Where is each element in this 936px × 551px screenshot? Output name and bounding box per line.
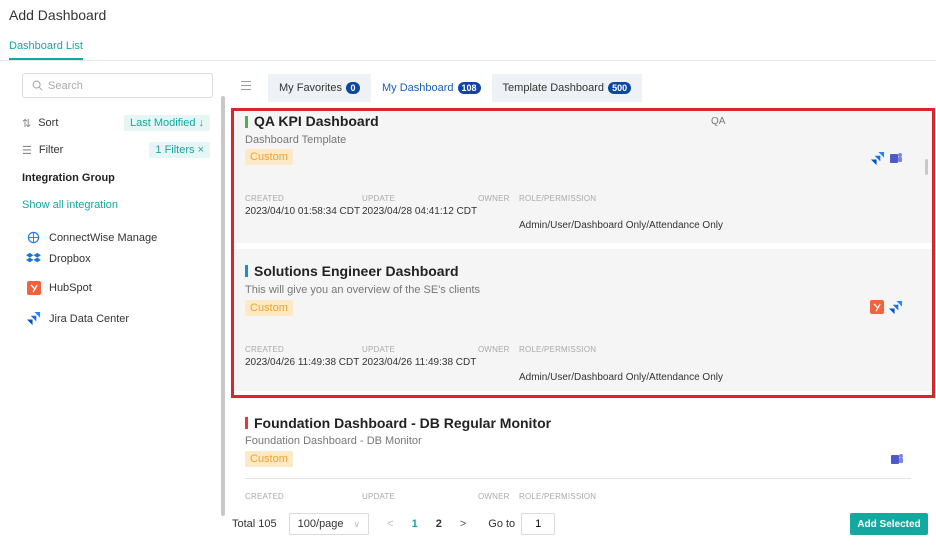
tab-label: My Dashboard: [381, 82, 454, 94]
teams-icon: [891, 454, 903, 464]
integration-item-hubspot[interactable]: HubSpot: [26, 280, 92, 295]
sort-row: ⇅ Sort Last Modified ↓: [22, 114, 210, 132]
meta-header-owner: OWNER: [478, 492, 510, 501]
count-badge: 500: [608, 82, 632, 94]
page-2-button[interactable]: 2: [436, 518, 442, 530]
goto-label: Go to: [488, 518, 516, 530]
show-all-integration-link[interactable]: Show all integration: [22, 199, 118, 211]
meta-header-role: ROLE/PERMISSION: [519, 492, 597, 501]
goto-page-input[interactable]: [521, 513, 556, 535]
tab-label: Template Dashboard: [502, 82, 605, 94]
filter-row: ☰ Filter 1 Filters ×: [22, 141, 210, 159]
hubspot-icon: [26, 280, 41, 295]
filter-chip[interactable]: 1 Filters ×: [149, 142, 210, 158]
menu-icon[interactable]: [241, 81, 251, 93]
count-badge: 0: [345, 82, 360, 94]
filter-icon: ☰: [22, 144, 32, 157]
highlight-box: [231, 108, 935, 398]
filter-label: Filter: [38, 144, 64, 156]
sort-icon: ⇅: [22, 117, 32, 130]
page-size-value: 100/page: [297, 518, 344, 530]
goto-page: Go to: [488, 513, 556, 535]
sort-dropdown[interactable]: Last Modified ↓: [124, 115, 210, 131]
integration-item-connectwise[interactable]: ConnectWise Manage: [26, 230, 157, 245]
search-box[interactable]: [22, 73, 213, 98]
search-input[interactable]: [48, 79, 208, 92]
card-title: Foundation Dashboard - DB Regular Monito…: [254, 415, 552, 431]
tab-my-dashboard[interactable]: My Dashboard 108: [370, 74, 492, 102]
card-integration-icons: [890, 452, 904, 466]
integration-group-title: Integration Group: [22, 172, 115, 184]
search-icon: [32, 80, 43, 91]
tab-label: My Favorites: [279, 82, 342, 94]
connectwise-icon: [26, 230, 41, 245]
sort-label: Sort: [38, 117, 59, 129]
pagination: Total 105 100/page ∨ < 1 2 > Go to: [232, 512, 556, 536]
integration-item-dropbox[interactable]: Dropbox: [26, 251, 91, 266]
integration-label: Jira Data Center: [49, 312, 130, 325]
integration-label: HubSpot: [49, 281, 92, 294]
chevron-down-icon: ∨: [353, 518, 361, 529]
dashboard-card[interactable]: Foundation Dashboard - DB Regular Monito…: [233, 402, 933, 501]
count-badge: 108: [457, 82, 481, 94]
page-size-select[interactable]: 100/page ∨: [288, 513, 370, 535]
meta-header-update: UPDATE: [362, 492, 396, 501]
jira-icon: [26, 311, 41, 326]
integration-label: Dropbox: [49, 252, 91, 265]
dashboard-tabs: My Favorites 0 My Dashboard 108 Template…: [268, 74, 643, 102]
sidebar-scrollbar[interactable]: [221, 96, 225, 516]
card-subtitle: Foundation Dashboard - DB Monitor: [245, 435, 422, 447]
next-page-button[interactable]: >: [460, 518, 466, 530]
integration-label: ConnectWise Manage: [49, 231, 158, 244]
sidebar: ⇅ Sort Last Modified ↓ ☰ Filter 1 Filters …: [0, 61, 222, 551]
tab-template-dashboard[interactable]: Template Dashboard 500: [491, 74, 643, 102]
tab-my-favorites[interactable]: My Favorites 0: [268, 74, 371, 102]
tab-dashboard-list[interactable]: Dashboard List: [9, 40, 83, 52]
integration-item-jira[interactable]: Jira Data Center: [26, 311, 129, 326]
add-selected-button[interactable]: Add Selected: [850, 513, 928, 535]
total-count: Total 105: [232, 518, 277, 530]
card-tag: Custom: [245, 451, 293, 467]
card-divider: [245, 478, 911, 479]
meta-header-created: CREATED: [245, 492, 285, 501]
dropbox-icon: [26, 251, 41, 266]
prev-page-button[interactable]: <: [387, 518, 393, 530]
page-1-button[interactable]: 1: [412, 518, 418, 530]
card-accent-bar: [245, 417, 248, 429]
page-title: Add Dashboard: [9, 7, 107, 23]
